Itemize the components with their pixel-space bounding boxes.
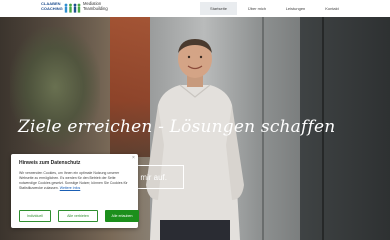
cookie-more-info-link[interactable]: Weitere Infos	[60, 186, 81, 190]
logo-service-line2: Teambuilding	[83, 5, 108, 11]
logo-wordmark: CLAABEN COACHING	[41, 1, 63, 11]
logo-name-line2: COACHING	[41, 5, 63, 11]
hero-title: Ziele erreichen - Lösungen schaffen	[18, 117, 336, 137]
close-icon[interactable]: ×	[132, 155, 135, 161]
cookie-individual-button[interactable]: Individuell	[19, 210, 51, 222]
cookie-consent-dialog: Hinweis zum Datenschutz × Wir verwenden …	[11, 154, 139, 228]
nav-item-kontakt[interactable]: Kontakt	[314, 2, 350, 15]
main-nav: Startseite Über mich Leistungen Kontakt	[200, 2, 350, 15]
nav-item-leistungen[interactable]: Leistungen	[277, 2, 314, 15]
people-logo-icon	[64, 3, 81, 13]
cookie-accept-all-button[interactable]: Alle erlauben	[105, 210, 139, 222]
cookie-title: Hinweis zum Datenschutz	[19, 160, 81, 166]
site-header: CLAABEN COACHING Mediation Teambuilding …	[0, 0, 390, 17]
cookie-link-prefix: zulassen.	[43, 186, 59, 190]
cookie-text: Wir verwenden Cookies, um Ihnen ein opti…	[19, 171, 131, 191]
hero-portrait-image	[146, 39, 244, 240]
nav-item-ueber-mich[interactable]: Über mich	[237, 2, 277, 15]
logo-services: Mediation Teambuilding	[83, 1, 123, 11]
cookie-reject-all-button[interactable]: Alle verbieten	[58, 210, 98, 222]
nav-item-startseite[interactable]: Startseite	[200, 2, 237, 15]
